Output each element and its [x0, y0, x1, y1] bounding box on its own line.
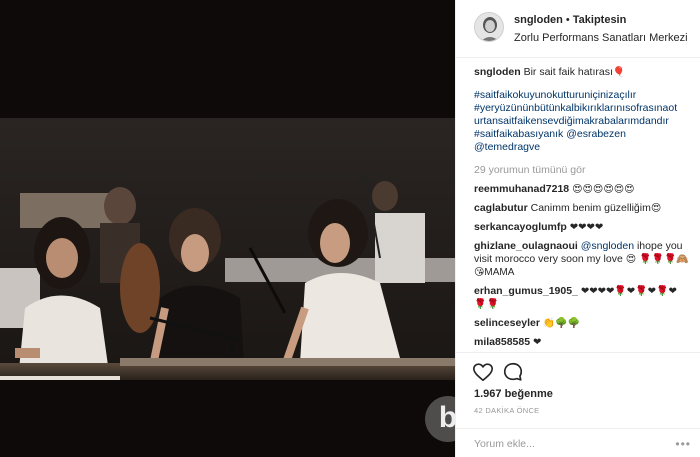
comment-username[interactable]: caglabutur: [474, 202, 528, 214]
comment-username[interactable]: mila858585: [474, 336, 530, 348]
comment-item: erhan_gumus_1905_ ❤❤❤❤🌹❤🌹❤🌹❤🌹🌹: [474, 285, 689, 311]
post-photo[interactable]: [0, 118, 455, 380]
comment-username[interactable]: erhan_gumus_1905_: [474, 285, 578, 297]
comment-username[interactable]: selinceseyler: [474, 317, 540, 329]
caption-username[interactable]: sngloden: [474, 66, 521, 78]
heart-icon[interactable]: [472, 361, 494, 383]
caption-hashtags: #saitfaikokuyunokutturuniçinizaçılır #ye…: [474, 89, 689, 154]
mention-esrabezen[interactable]: @esrabezen: [566, 128, 626, 140]
separator-dot: •: [565, 14, 570, 26]
caption-text: Bir sait faik hatırası: [523, 66, 613, 78]
comment-item: mila858585 ❤: [474, 336, 689, 349]
comment-text: Canimm benim güzelliğim: [530, 202, 651, 214]
like-count[interactable]: 1.967 beğenme: [474, 388, 553, 400]
header-username[interactable]: sngloden: [514, 14, 563, 26]
comment-emoji: ❤❤❤❤: [569, 222, 604, 233]
comment-item: serkancayoglumfp ❤❤❤❤: [474, 221, 689, 234]
concert-photo: [0, 118, 455, 380]
post-timestamp: 42 DAKİKA ÖNCE: [474, 406, 540, 415]
comment-username[interactable]: serkancayoglumfp: [474, 221, 567, 233]
comment-input[interactable]: [474, 436, 674, 452]
comment-item: reemmuhanad7218 😍😍😍😍😍😍: [474, 183, 689, 196]
comment-emoji: ❤: [532, 337, 542, 348]
post-media: b: [0, 0, 455, 457]
post-caption: sngloden Bir sait faik hatırası🎈: [474, 66, 689, 79]
comments-list[interactable]: sngloden Bir sait faik hatırası🎈 #saitfa…: [456, 62, 700, 350]
comment-emoji: 👏🌳🌳: [542, 318, 581, 329]
balloon-emoji: 🎈: [612, 67, 626, 78]
comment-item: caglabutur Canimm benim güzelliğim😍: [474, 202, 689, 215]
comment-username[interactable]: reemmuhanad7218: [474, 183, 569, 195]
view-all-comments-link[interactable]: 29 yorumun tümünü gör: [474, 164, 689, 177]
comment-item: selinceseyler 👏🌳🌳: [474, 317, 689, 330]
more-options-icon[interactable]: •••: [675, 437, 691, 451]
location-link[interactable]: Zorlu Performans Sanatları Merkezi: [514, 32, 688, 44]
post-actions: 1.967 beğenme 42 DAKİKA ÖNCE •••: [456, 352, 700, 452]
comment-item: ghizlane_oulagnaoui @sngloden ihope you …: [474, 240, 689, 279]
comment-mention[interactable]: @sngloden: [581, 240, 634, 252]
comment-emoji: 😍😍😍😍😍😍: [572, 184, 635, 195]
post-header: sngloden • Takiptesin Zorlu Performans San…: [456, 0, 700, 58]
comment-username[interactable]: ghizlane_oulagnaoui: [474, 240, 578, 252]
avatar[interactable]: [474, 12, 504, 42]
add-comment-section: •••: [456, 428, 700, 457]
post-info-panel: sngloden • Takiptesin Zorlu Performans San…: [455, 0, 700, 457]
comment-emoji: 😍: [625, 254, 637, 265]
avatar-image: [475, 13, 503, 41]
header-user-line: sngloden • Takiptesin: [514, 14, 626, 26]
follow-status[interactable]: Takiptesin: [573, 14, 627, 26]
comment-emoji: 😍: [650, 203, 662, 214]
comment-bubble-icon[interactable]: [502, 361, 524, 383]
watermark-logo: b: [425, 396, 455, 442]
mention-temedragve[interactable]: @temedragve: [474, 141, 540, 153]
